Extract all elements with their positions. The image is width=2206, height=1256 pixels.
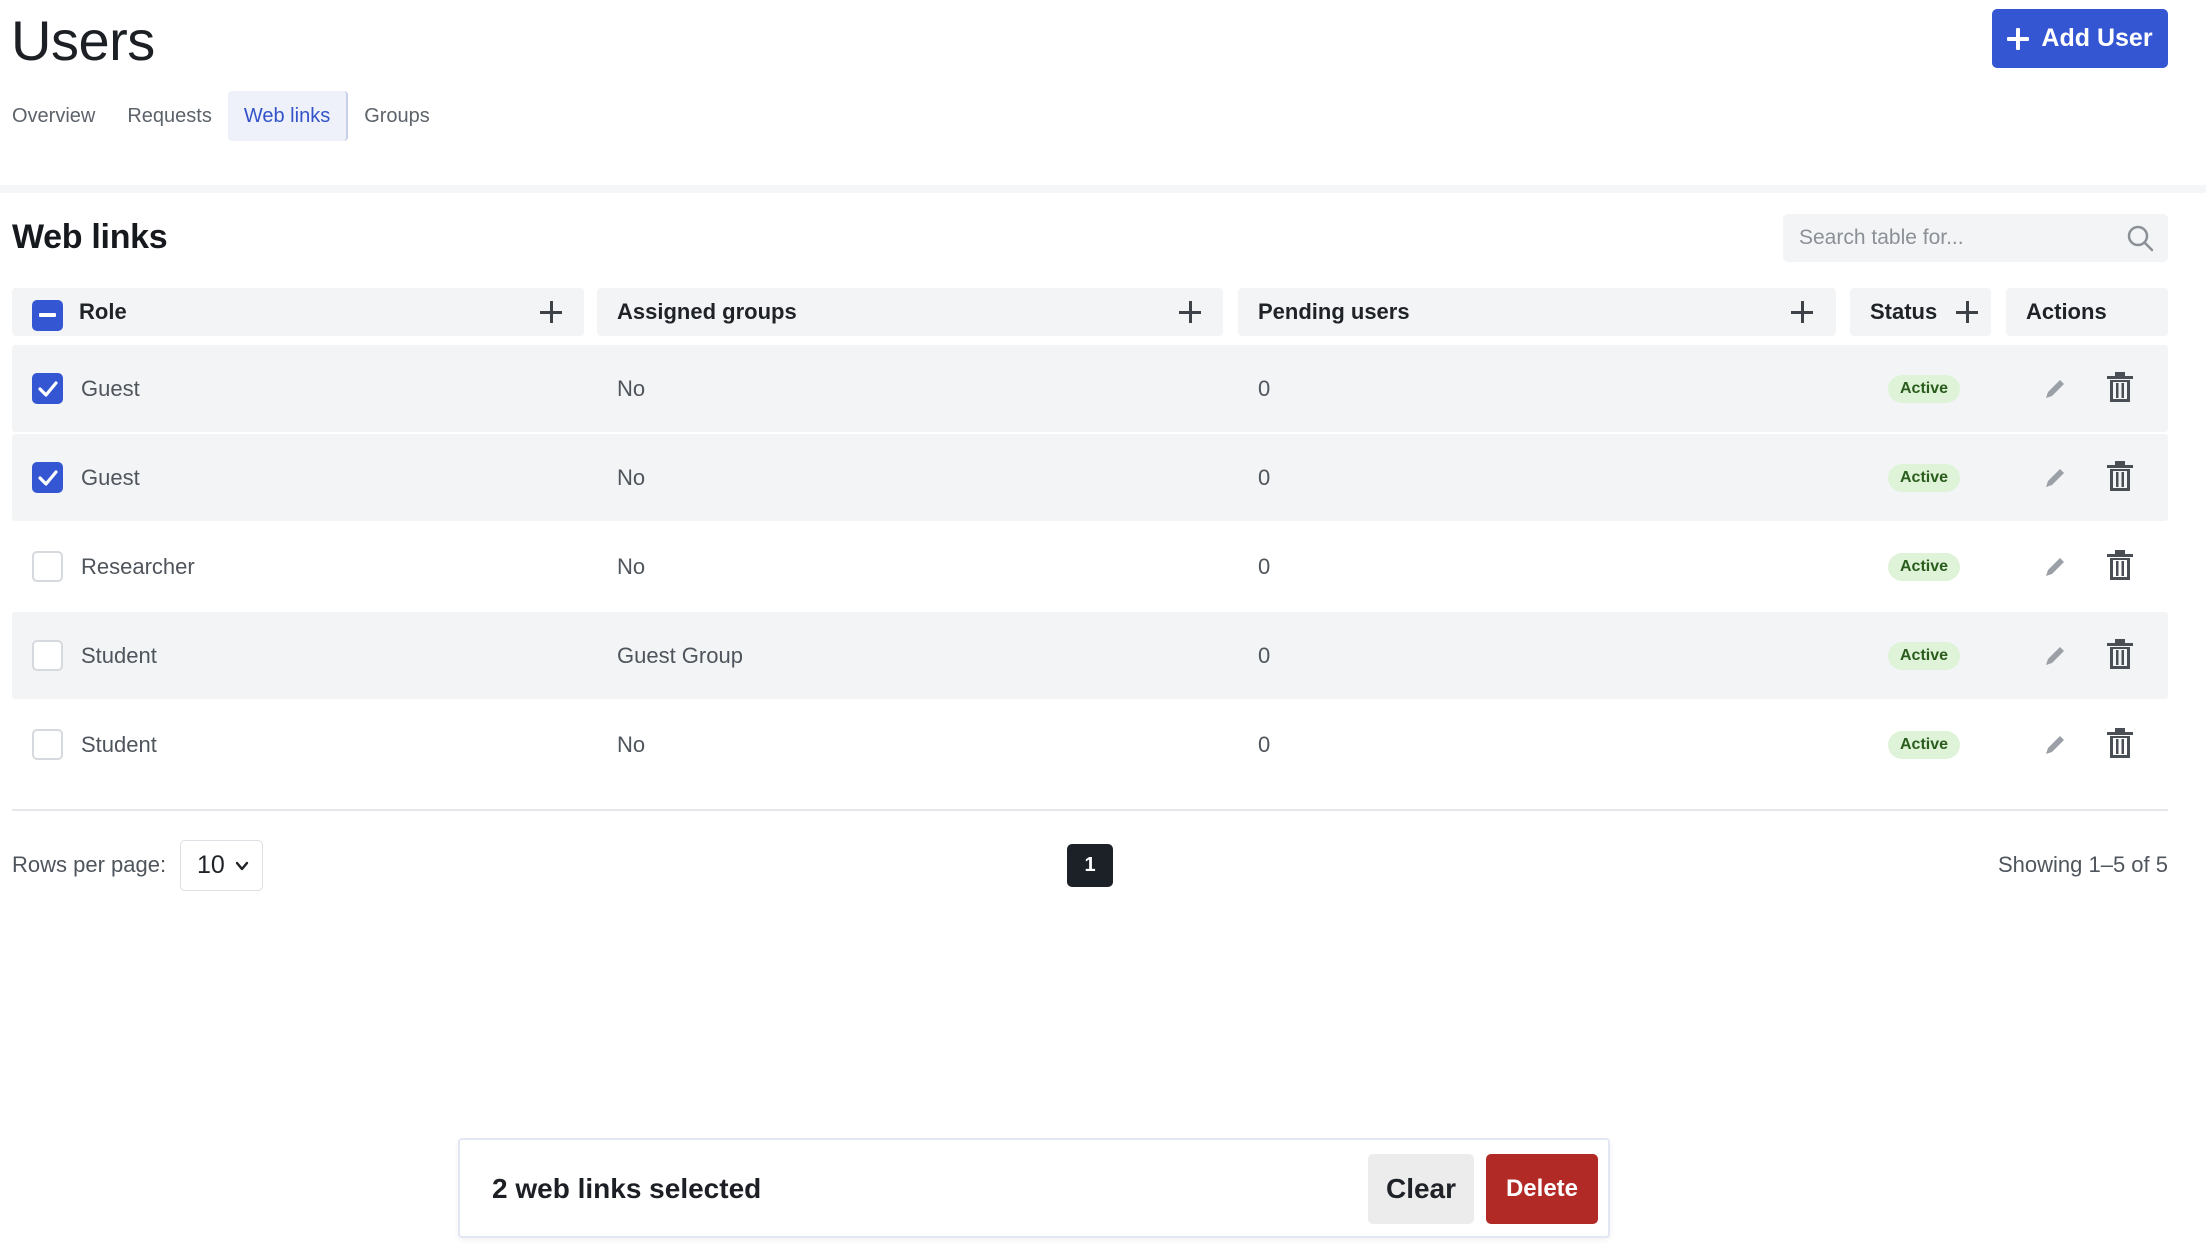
select-all-checkbox[interactable] <box>32 300 63 331</box>
trash-icon[interactable] <box>2104 638 2136 672</box>
status-badge: Active <box>1888 731 1961 759</box>
row-checkbox[interactable] <box>32 551 63 582</box>
assigned-groups-cell: Guest Group <box>617 642 743 668</box>
header-divider <box>0 185 2206 193</box>
section-title: Web links <box>12 218 168 256</box>
column-label-actions: Actions <box>2026 299 2107 324</box>
selection-count: 2 web links selected <box>492 1173 762 1204</box>
role-cell: Student <box>81 642 157 668</box>
plus-icon[interactable] <box>540 301 562 323</box>
add-user-button[interactable]: Add User <box>1992 9 2168 68</box>
column-header-pending-users[interactable]: Pending users <box>1238 288 1836 336</box>
status-badge: Active <box>1888 553 1961 581</box>
column-label-assigned-groups: Assigned groups <box>617 299 797 324</box>
status-badge: Active <box>1888 464 1961 492</box>
row-checkbox[interactable] <box>32 462 63 493</box>
pencil-icon[interactable] <box>2040 730 2070 760</box>
rows-per-page-select[interactable]: 10 <box>180 840 263 891</box>
row-checkbox[interactable] <box>32 729 63 760</box>
column-header-status[interactable]: Status <box>1850 288 1991 336</box>
rows-per-page-label: Rows per page: <box>12 852 167 877</box>
role-cell: Researcher <box>81 553 195 579</box>
tabs: Overview Requests Web links Groups <box>0 91 446 141</box>
table-row: Student No 0 Active <box>12 701 2168 788</box>
row-checkbox[interactable] <box>32 373 63 404</box>
page-header: Users Add User Overview Requests Web lin… <box>0 0 2206 185</box>
pending-users-cell: 0 <box>1258 375 1271 401</box>
page-button[interactable]: 1 <box>1067 844 1113 887</box>
plus-icon[interactable] <box>1956 301 1978 323</box>
table-row: Guest No 0 Active <box>12 434 2168 521</box>
role-cell: Guest <box>81 464 140 490</box>
pencil-icon[interactable] <box>2040 552 2070 582</box>
trash-icon[interactable] <box>2104 549 2136 583</box>
assigned-groups-cell: No <box>617 375 646 401</box>
search-box <box>1783 214 2168 262</box>
search-input[interactable] <box>1783 226 2103 250</box>
table-divider <box>12 809 2168 811</box>
trash-icon[interactable] <box>2104 460 2136 494</box>
pencil-icon[interactable] <box>2040 463 2070 493</box>
tab-groups[interactable]: Groups <box>348 91 446 141</box>
row-checkbox[interactable] <box>32 640 63 671</box>
column-header-role[interactable]: Role <box>12 288 584 336</box>
role-cell: Guest <box>81 375 140 401</box>
column-label-role: Role <box>79 299 127 324</box>
table-row: Researcher No 0 Active <box>12 523 2168 610</box>
checkbox-checked-icon <box>38 381 58 397</box>
status-badge: Active <box>1888 375 1961 403</box>
trash-icon[interactable] <box>2104 371 2136 405</box>
pending-users-cell: 0 <box>1258 553 1271 579</box>
selection-bar: 2 web links selected Clear Delete <box>458 1138 1610 1238</box>
column-label-status: Status <box>1870 299 1938 324</box>
assigned-groups-cell: No <box>617 731 646 757</box>
tab-web-links[interactable]: Web links <box>227 91 349 141</box>
column-header-assigned-groups[interactable]: Assigned groups <box>597 288 1223 336</box>
table-row: Guest No 0 Active <box>12 345 2168 432</box>
pending-users-cell: 0 <box>1258 642 1271 668</box>
table-row: Student Guest Group 0 Active <box>12 612 2168 699</box>
delete-button[interactable]: Delete <box>1486 1154 1598 1224</box>
assigned-groups-cell: No <box>617 464 646 490</box>
add-user-label: Add User <box>2041 24 2153 52</box>
checkbox-checked-icon <box>38 470 58 486</box>
tab-overview[interactable]: Overview <box>0 91 111 141</box>
role-cell: Student <box>81 731 157 757</box>
search-icon[interactable] <box>2126 224 2154 252</box>
pending-users-cell: 0 <box>1258 731 1271 757</box>
status-badge: Active <box>1888 642 1961 670</box>
chevron-down-icon <box>235 861 249 871</box>
clear-button[interactable]: Clear <box>1368 1154 1474 1224</box>
assigned-groups-cell: No <box>617 553 646 579</box>
pending-users-cell: 0 <box>1258 464 1271 490</box>
plus-icon[interactable] <box>1791 301 1813 323</box>
trash-icon[interactable] <box>2104 727 2136 761</box>
plus-icon <box>2007 27 2030 50</box>
column-header-actions: Actions <box>2006 288 2168 336</box>
rows-per-page-value: 10 <box>197 851 225 879</box>
pencil-icon[interactable] <box>2040 641 2070 671</box>
plus-icon[interactable] <box>1179 301 1201 323</box>
column-label-pending-users: Pending users <box>1258 299 1410 324</box>
showing-count: Showing 1–5 of 5 <box>1997 852 2168 877</box>
pencil-icon[interactable] <box>2040 374 2070 404</box>
tab-requests[interactable]: Requests <box>111 91 228 141</box>
page-title: Users <box>11 9 155 72</box>
